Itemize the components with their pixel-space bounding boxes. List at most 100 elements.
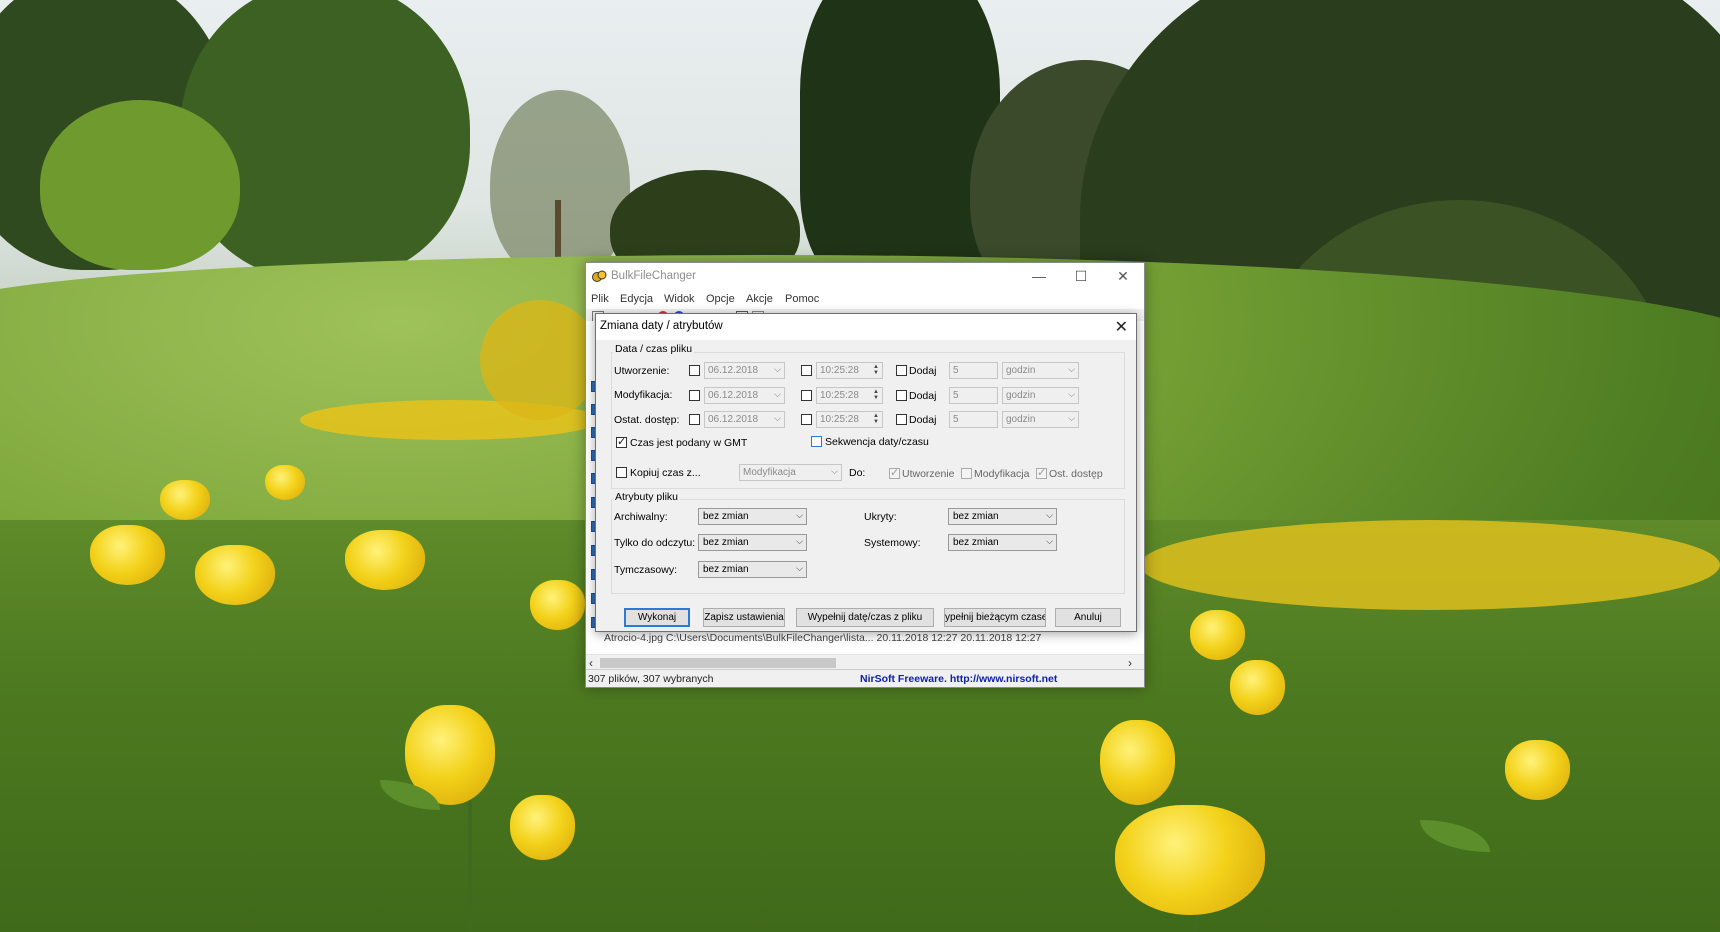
created-unit-select[interactable]: godzin ⌵ <box>1002 362 1079 379</box>
maximize-button[interactable]: ☐ <box>1060 263 1102 290</box>
status-file-count: 307 plików, 307 wybranych <box>588 673 714 685</box>
menu-plik[interactable]: Plik <box>591 293 609 305</box>
modified-time-field[interactable]: 10:25:28 ▲ ▼ <box>816 387 883 404</box>
accessed-date-field[interactable]: 06.12.2018 ⌵ <box>704 411 785 428</box>
created-amount-value: 5 <box>953 365 959 376</box>
wallpaper-tulip <box>1190 610 1245 660</box>
title-bar[interactable]: BulkFileChanger — ☐ ✕ <box>586 263 1144 290</box>
created-date-checkbox[interactable] <box>689 365 700 376</box>
chevron-down-icon: ⌵ <box>774 413 781 423</box>
menu-opcje[interactable]: Opcje <box>706 293 735 305</box>
attributes-group-label: Atrybuty pliku <box>613 491 681 503</box>
created-label: Utworzenie: <box>614 365 670 377</box>
minimize-button[interactable]: — <box>1018 263 1060 290</box>
accessed-date-value: 06.12.2018 <box>708 414 759 425</box>
target-modified-checkbox[interactable] <box>961 468 972 479</box>
created-time-field[interactable]: 10:25:28 ▲ ▼ <box>816 362 883 379</box>
fill-current-time-button[interactable]: ypełnij bieżącym czase <box>944 608 1046 627</box>
datetime-group-label: Data / czas pliku <box>613 343 695 355</box>
scrollbar-thumb[interactable] <box>600 658 836 668</box>
modified-time-checkbox[interactable] <box>801 390 812 401</box>
wallpaper-tulip <box>90 525 165 585</box>
created-date-field[interactable]: 06.12.2018 ⌵ <box>704 362 785 379</box>
sequence-label: Sekwencja daty/czasu <box>825 436 929 448</box>
accessed-label: Ostat. dostęp: <box>614 414 680 426</box>
dialog-close-button[interactable]: ✕ <box>1115 317 1128 337</box>
close-button[interactable]: ✕ <box>1102 263 1144 290</box>
save-settings-button[interactable]: Zapisz ustawienia <box>703 608 785 627</box>
wallpaper-tulip <box>1100 720 1175 805</box>
modified-label: Modyfikacja: <box>614 389 673 401</box>
scroll-left-icon[interactable]: ‹ <box>589 656 593 670</box>
system-label: Systemowy: <box>864 537 921 549</box>
accessed-time-field[interactable]: 10:25:28 ▲ ▼ <box>816 411 883 428</box>
dialog-title: Zmiana daty / atrybutów <box>600 320 723 332</box>
window-title: BulkFileChanger <box>611 270 697 282</box>
modified-date-field[interactable]: 06.12.2018 ⌵ <box>704 387 785 404</box>
copy-source-select[interactable]: Modyfikacja ⌵ <box>739 464 842 481</box>
created-time-checkbox[interactable] <box>801 365 812 376</box>
copy-source-value: Modyfikacja <box>743 467 796 478</box>
copy-time-checkbox[interactable] <box>616 467 627 478</box>
created-add-checkbox[interactable] <box>896 365 907 376</box>
chevron-down-icon: ⌵ <box>1046 536 1053 546</box>
created-unit-value: godzin <box>1006 365 1036 376</box>
temporary-select[interactable]: bez zmian ⌵ <box>698 561 807 578</box>
copy-time-label: Kopiuj czas z... <box>630 467 701 479</box>
modified-date-checkbox[interactable] <box>689 390 700 401</box>
menu-bar: Plik Edycja Widok Opcje Akcje Pomoc <box>586 290 1144 309</box>
scroll-right-icon[interactable]: › <box>1128 656 1132 670</box>
system-select[interactable]: bez zmian ⌵ <box>948 534 1057 551</box>
hidden-select[interactable]: bez zmian ⌵ <box>948 508 1057 525</box>
modified-add-label: Dodaj <box>909 390 937 402</box>
modified-amount-field[interactable]: 5 <box>949 387 998 404</box>
execute-button[interactable]: Wykonaj <box>624 608 690 627</box>
list-item[interactable]: Atrocio-4.jpg C:\Users\Documents\BulkFil… <box>604 632 1041 644</box>
readonly-select[interactable]: bez zmian ⌵ <box>698 534 807 551</box>
wallpaper-tree <box>800 0 1000 290</box>
nirsoft-link[interactable]: NirSoft Freeware. http://www.nirsoft.net <box>860 673 1057 685</box>
accessed-amount-field[interactable]: 5 <box>949 411 998 428</box>
chevron-down-icon: ⌵ <box>774 364 781 374</box>
wallpaper-tulip <box>195 545 275 605</box>
accessed-unit-select[interactable]: godzin ⌵ <box>1002 411 1079 428</box>
readonly-label: Tylko do odczytu: <box>614 537 696 549</box>
wallpaper-tulip-band <box>480 300 600 420</box>
menu-edycja[interactable]: Edycja <box>620 293 653 305</box>
spinner-icon[interactable]: ▲ ▼ <box>871 364 881 377</box>
accessed-add-checkbox[interactable] <box>896 414 907 425</box>
hidden-value: bez zmian <box>953 511 999 522</box>
sequence-checkbox[interactable] <box>811 436 822 447</box>
chevron-down-icon: ⌵ <box>831 466 838 476</box>
wallpaper-tulip-stem <box>468 790 472 932</box>
temporary-value: bez zmian <box>703 564 749 575</box>
modified-unit-select[interactable]: godzin ⌵ <box>1002 387 1079 404</box>
wallpaper-tulip <box>1505 740 1570 800</box>
menu-widok[interactable]: Widok <box>664 293 695 305</box>
created-date-value: 06.12.2018 <box>708 365 759 376</box>
modified-amount-value: 5 <box>953 390 959 401</box>
wallpaper-tulip-band <box>1140 520 1720 610</box>
menu-akcje[interactable]: Akcje <box>746 293 773 305</box>
spinner-icon[interactable]: ▲ ▼ <box>871 389 881 402</box>
modified-unit-value: godzin <box>1006 390 1036 401</box>
created-amount-field[interactable]: 5 <box>949 362 998 379</box>
spinner-icon[interactable]: ▲ ▼ <box>871 413 881 426</box>
target-created-checkbox[interactable] <box>889 466 900 479</box>
chevron-down-icon: ⌵ <box>796 510 803 520</box>
target-accessed-checkbox[interactable] <box>1036 466 1047 479</box>
wallpaper-tulip <box>510 795 575 860</box>
accessed-date-checkbox[interactable] <box>689 414 700 425</box>
wallpaper-tulip <box>345 530 425 590</box>
modified-add-checkbox[interactable] <box>896 390 907 401</box>
modified-date-value: 06.12.2018 <box>708 390 759 401</box>
accessed-amount-value: 5 <box>953 414 959 425</box>
gmt-checkbox[interactable] <box>616 435 627 448</box>
fill-from-file-button[interactable]: Wypełnij datę/czas z pliku <box>796 608 934 627</box>
accessed-time-checkbox[interactable] <box>801 414 812 425</box>
menu-pomoc[interactable]: Pomoc <box>785 293 819 305</box>
dialog-title-bar[interactable]: Zmiana daty / atrybutów ✕ <box>596 314 1136 340</box>
gmt-label: Czas jest podany w GMT <box>630 437 748 449</box>
archive-select[interactable]: bez zmian ⌵ <box>698 508 807 525</box>
cancel-button[interactable]: Anuluj <box>1055 608 1121 627</box>
